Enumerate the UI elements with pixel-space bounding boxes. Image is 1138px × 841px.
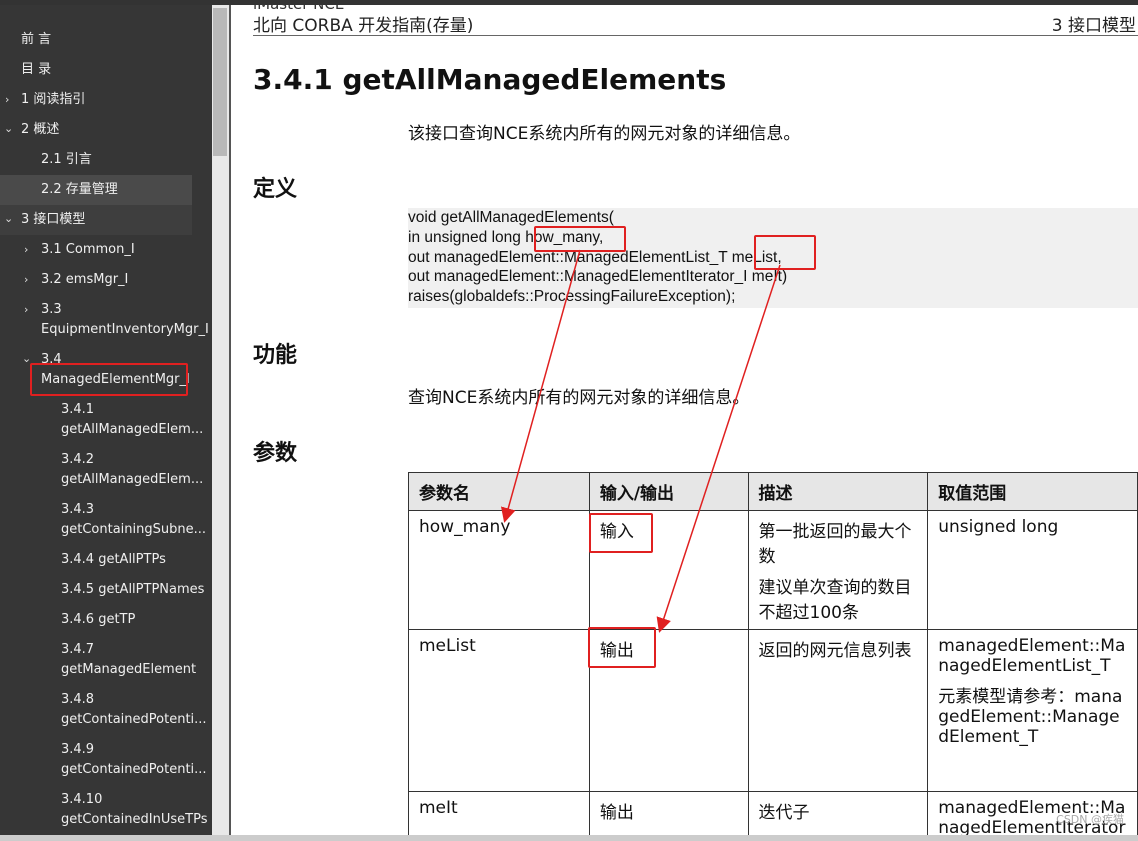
cell-range: unsigned long: [927, 510, 1138, 630]
cell-desc-text: 第一批返回的最大个数: [758, 522, 912, 567]
sidebar-item-emsmgr[interactable]: 3.2 emsMgr_I: [41, 270, 128, 290]
cell-range-text: managedElement::ManagedElementList_T: [938, 636, 1126, 676]
cell-param-name: meList: [408, 629, 590, 792]
document-content: iMaster NCE 北向 CORBA 开发指南(存量) 3 接口模型 3.4…: [231, 5, 1138, 835]
sidebar-item-reading-guide[interactable]: 1 阅读指引: [21, 90, 85, 110]
sidebar-item-3-4-7-num[interactable]: 3.4.7: [61, 640, 94, 660]
col-header-desc: 描述: [747, 472, 929, 511]
sidebar-item-3-4-3[interactable]: getContainingSubne...: [61, 520, 206, 540]
annotation-box-input: [589, 513, 653, 553]
sidebar-item-overview[interactable]: 2 概述: [21, 120, 59, 140]
sidebar-item-3-4-10-num[interactable]: 3.4.10: [61, 790, 102, 810]
cell-desc-text: 迭代子: [758, 803, 810, 823]
cell-desc-text: 返回的网元信息列表: [758, 641, 912, 661]
section-definition: 定义: [253, 177, 298, 202]
code-line: void getAllManagedElements(: [408, 209, 614, 226]
sidebar-item-inventory[interactable]: 2.2 存量管理: [41, 180, 118, 200]
chevron-right-icon[interactable]: ›: [24, 243, 28, 256]
sidebar-item-3-4-6[interactable]: 3.4.6 getTP: [61, 610, 135, 630]
chevron-right-icon[interactable]: ›: [24, 303, 28, 316]
sidebar-item-3-3-num[interactable]: 3.3: [41, 300, 62, 320]
sidebar-item-3-4-9[interactable]: getContainedPotenti...: [61, 760, 207, 780]
code-line: raises(globaldefs::ProcessingFailureExce…: [408, 288, 736, 305]
sidebar-item-3-4-5[interactable]: 3.4.5 getAllPTPNames: [61, 580, 204, 600]
section-function: 功能: [253, 343, 298, 368]
cell-range-note: 元素模型请参考：managedElement::ManagedElement_T: [938, 687, 1123, 747]
col-header-param: 参数名: [408, 472, 590, 511]
sidebar-item-3-4-2[interactable]: getAllManagedElem...: [61, 470, 203, 490]
horizontal-scrollbar[interactable]: [0, 835, 1138, 841]
sidebar-item-3-4-7[interactable]: getManagedElement: [61, 660, 196, 680]
annotation-box-melist: [754, 235, 816, 270]
table-row: meIt 输出 迭代子 managedElement::ManagedEleme…: [408, 791, 1138, 835]
sidebar-item-3-4-8-num[interactable]: 3.4.8: [61, 690, 94, 710]
sidebar-item-preface[interactable]: 前 言: [21, 30, 51, 50]
sidebar-item-interface-model[interactable]: 3 接口模型: [21, 210, 85, 230]
chevron-right-icon[interactable]: ›: [5, 93, 9, 106]
annotation-box-how-many: [534, 226, 626, 252]
page-title: 3.4.1 getAllManagedElements: [253, 63, 727, 96]
annotation-box-managed-element-mgr: [30, 363, 188, 396]
section-parameters: 参数: [253, 441, 298, 466]
parameter-table: 参数名 输入/输出 描述 取值范围 how_many 输入 第一批返回的最大个数…: [408, 472, 1138, 835]
sidebar-item-3-4-1[interactable]: getAllManagedElem...: [61, 420, 203, 440]
toc-sidebar: 前 言 目 录 › 1 阅读指引 ⌄ 2 概述 2.1 引言 2.2 存量管理 …: [0, 5, 212, 841]
watermark: CSDN @疾猫: [1056, 813, 1124, 826]
code-line: out managedElement::ManagedElementIterat…: [408, 268, 788, 285]
sidebar-item-3-4-3-num[interactable]: 3.4.3: [61, 500, 94, 520]
sidebar-item-3-4-4[interactable]: 3.4.4 getAllPTPs: [61, 550, 166, 570]
annotation-box-output: [588, 627, 656, 668]
cell-io-text: 输出: [599, 803, 634, 823]
sidebar-item-equipment[interactable]: EquipmentInventoryMgr_I: [41, 320, 209, 340]
cell-param-name: meIt: [408, 791, 590, 835]
table-row: how_many 输入 第一批返回的最大个数 建议单次查询的数目不超过100条 u…: [408, 510, 1138, 630]
table-row: meList 输出 返回的网元信息列表 managedElement::Mana…: [408, 629, 1138, 792]
sidebar-item-common[interactable]: 3.1 Common_I: [41, 240, 135, 260]
sidebar-item-3-4-2-num[interactable]: 3.4.2: [61, 450, 94, 470]
table-header-row: 参数名 输入/输出 描述 取值范围: [408, 472, 1138, 511]
cell-desc-note: 建议单次查询的数目不超过100条: [758, 578, 912, 623]
function-desc: 查询NCE系统内所有的网元对象的详细信息。: [408, 388, 750, 408]
sidebar-item-3-4-1-num[interactable]: 3.4.1: [61, 400, 94, 420]
doc-title: 北向 CORBA 开发指南(存量): [253, 16, 474, 36]
cell-desc: 迭代子: [747, 791, 929, 835]
sidebar-item-contents[interactable]: 目 录: [21, 60, 51, 80]
cell-io: 输出: [588, 791, 749, 835]
chevron-down-icon[interactable]: ⌄: [4, 122, 13, 135]
cell-desc: 返回的网元信息列表: [747, 629, 929, 792]
cell-range-text: unsigned long: [938, 517, 1059, 537]
cell-desc: 第一批返回的最大个数 建议单次查询的数目不超过100条: [747, 510, 929, 630]
col-header-io: 输入/输出: [588, 472, 749, 511]
sidebar-item-3-4-10[interactable]: getContainedInUseTPs: [61, 810, 207, 830]
sidebar-item-intro[interactable]: 2.1 引言: [41, 150, 92, 170]
sidebar-item-3-4-9-num[interactable]: 3.4.9: [61, 740, 94, 760]
chevron-right-icon[interactable]: ›: [24, 273, 28, 286]
cell-param-name: how_many: [408, 510, 590, 630]
sidebar-scrollbar-thumb[interactable]: [213, 8, 227, 156]
chapter-title: 3 接口模型: [1051, 16, 1136, 36]
sidebar-item-3-4-8[interactable]: getContainedPotenti...: [61, 710, 207, 730]
cell-range: managedElement::ManagedElementList_T元素模型…: [927, 629, 1138, 792]
intro-text: 该接口查询NCE系统内所有的网元对象的详细信息。: [408, 124, 801, 144]
header-rule: [253, 35, 1138, 36]
col-header-range: 取值范围: [927, 472, 1138, 511]
chevron-down-icon[interactable]: ⌄: [4, 212, 13, 225]
